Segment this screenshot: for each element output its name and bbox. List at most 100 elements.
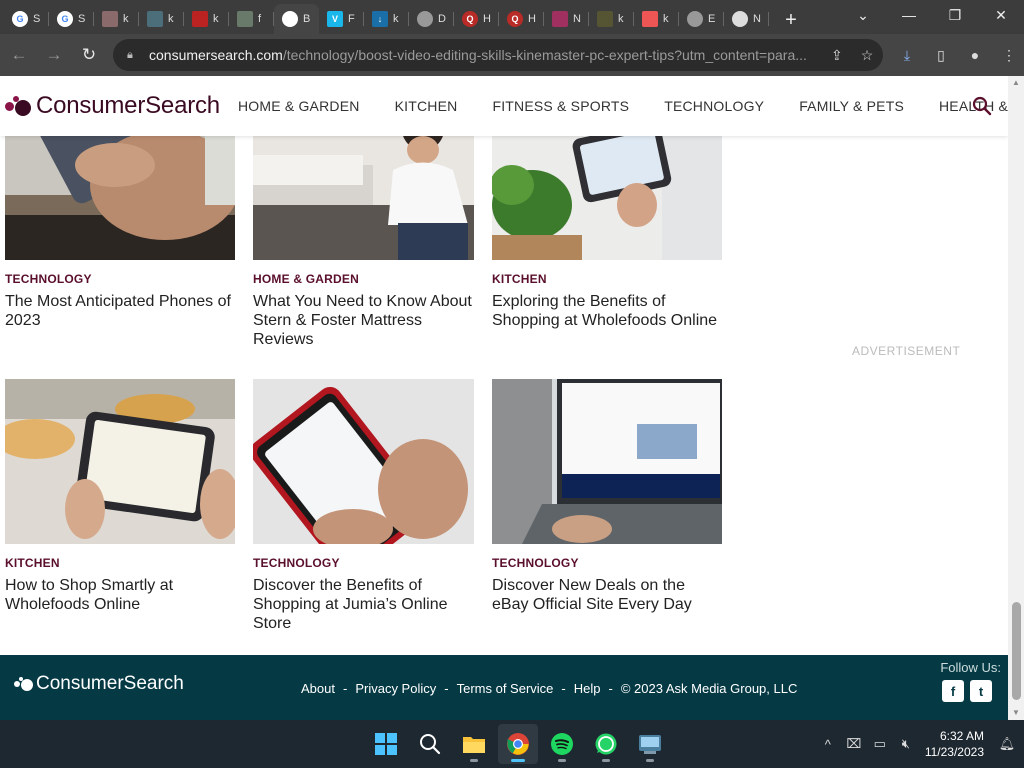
side-panel-icon[interactable]: ▯ (931, 45, 951, 65)
browser-tab[interactable]: E (679, 5, 724, 33)
address-bar[interactable]: 🔒︎ consumersearch.com/technology/boost-v… (113, 39, 883, 71)
browser-tab[interactable]: D (409, 5, 454, 33)
tab-title: k (663, 13, 669, 25)
article-category[interactable]: HOME & GARDEN (253, 272, 483, 286)
article-category[interactable]: TECHNOLOGY (253, 556, 483, 570)
whatsapp-button[interactable] (586, 724, 626, 764)
footer-link-privacy[interactable]: Privacy Policy (355, 681, 436, 696)
footer-logo-mark-icon (14, 677, 33, 691)
search-button[interactable] (410, 724, 450, 764)
browser-tab[interactable]: B (274, 4, 319, 34)
article-title[interactable]: Exploring the Benefits of Shopping at Wh… (492, 292, 720, 330)
twitter-icon[interactable]: t (970, 680, 992, 702)
browser-tab[interactable]: N (724, 5, 769, 33)
network-off-icon[interactable]: ⌧ (841, 731, 867, 757)
lock-icon[interactable]: 🔒︎ (127, 49, 139, 62)
tab-title: S (78, 13, 86, 25)
article-category[interactable]: KITCHEN (5, 556, 235, 570)
scroll-down-arrow-icon[interactable]: ▼ (1008, 706, 1024, 720)
article-title[interactable]: How to Shop Smartly at Wholefoods Online (5, 576, 233, 614)
browser-tab[interactable]: f (229, 5, 274, 33)
browser-tab[interactable]: N (544, 5, 589, 33)
browser-tab[interactable]: QH (454, 5, 499, 33)
article-title[interactable]: Discover New Deals on the eBay Official … (492, 576, 720, 614)
tab-title: k (168, 13, 174, 25)
page-scrollbar[interactable]: ▲ ▼ (1008, 76, 1024, 720)
menu-kebab-icon[interactable]: ⋮ (999, 45, 1019, 65)
article-card[interactable]: TECHNOLOGY Discover the Benefits of Shop… (253, 379, 483, 633)
browser-tab[interactable]: k (589, 5, 634, 33)
window-controls: ⌄ — ❐ ✕ (840, 0, 1024, 30)
footer-link-terms[interactable]: Terms of Service (457, 681, 554, 696)
article-thumbnail[interactable] (253, 379, 483, 544)
tab-title: k (618, 13, 624, 25)
url-text[interactable]: consumersearch.com/technology/boost-vide… (149, 47, 815, 63)
browser-tab[interactable]: GS (49, 5, 94, 33)
browser-tab[interactable]: k (634, 5, 679, 33)
clock-time: 6:32 AM (939, 729, 984, 743)
share-icon[interactable]: ⇪ (831, 47, 843, 64)
follow-us-label: Follow Us: (940, 660, 1001, 675)
site-logo[interactable]: ConsumerSearch (5, 92, 220, 120)
scroll-up-arrow-icon[interactable]: ▲ (1008, 76, 1024, 90)
close-window-button[interactable]: ✕ (978, 0, 1024, 30)
article-card[interactable]: KITCHEN How to Shop Smartly at Wholefood… (5, 379, 235, 614)
article-thumbnail[interactable] (492, 379, 722, 544)
article-category[interactable]: TECHNOLOGY (492, 556, 722, 570)
app-button[interactable] (630, 724, 670, 764)
quora-icon: Q (507, 11, 523, 27)
file-explorer-button[interactable] (454, 724, 494, 764)
browser-tab[interactable]: VF (319, 5, 364, 33)
footer-link-about[interactable]: About (301, 681, 335, 696)
article-thumbnail[interactable] (5, 379, 235, 544)
nav-link-kitchen[interactable]: KITCHEN (395, 98, 458, 114)
article-card[interactable]: TECHNOLOGY Discover New Deals on the eBa… (492, 379, 722, 614)
display-icon[interactable]: ▭ (867, 731, 893, 757)
volume-muted-icon[interactable]: 🔇︎ (893, 731, 919, 757)
profile-icon[interactable]: ● (965, 45, 985, 65)
spotify-button[interactable] (542, 724, 582, 764)
browser-tab[interactable]: GS (4, 5, 49, 33)
chrome-taskbar-button[interactable] (498, 724, 538, 764)
bookmark-star-icon[interactable]: ☆ (861, 47, 874, 64)
google-icon: G (12, 11, 28, 27)
start-button[interactable] (366, 724, 406, 764)
reload-button[interactable]: ↻ (73, 39, 105, 71)
browser-tab[interactable]: k (139, 5, 184, 33)
article-title[interactable]: What You Need to Know About Stern & Fost… (253, 292, 481, 349)
downloads-icon[interactable]: ⤓ (897, 45, 917, 65)
browser-tab[interactable]: k (184, 5, 229, 33)
nav-link-technology[interactable]: TECHNOLOGY (664, 98, 764, 114)
separator: - (561, 681, 566, 696)
system-tray: ^ ⌧ ▭ 🔇︎ 6:32 AM 11/23/2023 🔔︎ (815, 720, 1024, 768)
search-icon[interactable] (972, 96, 992, 116)
nav-link-family-pets[interactable]: FAMILY & PETS (799, 98, 904, 114)
logo-mark-icon (5, 92, 33, 120)
footer-link-help[interactable]: Help (574, 681, 601, 696)
browser-tab[interactable]: k (94, 5, 139, 33)
notification-bell-icon[interactable]: 🔔︎ (994, 731, 1020, 757)
tab-title: N (753, 13, 761, 25)
tab-search-icon[interactable]: ⌄ (840, 0, 886, 30)
article-category[interactable]: TECHNOLOGY (5, 272, 235, 286)
article-title[interactable]: The Most Anticipated Phones of 2023 (5, 292, 233, 330)
clock[interactable]: 6:32 AM 11/23/2023 (925, 728, 984, 760)
browser-tab[interactable]: ↓ k (364, 5, 409, 33)
footer-logo[interactable]: ConsumerSearch (14, 673, 184, 695)
nav-link-home-garden[interactable]: HOME & GARDEN (238, 98, 360, 114)
download-site-icon: ↓ (372, 11, 388, 27)
article-category[interactable]: KITCHEN (492, 272, 722, 286)
tab-title: S (33, 13, 41, 25)
back-button[interactable]: ← (3, 39, 35, 71)
minimize-button[interactable]: — (886, 0, 932, 30)
restore-button[interactable]: ❐ (932, 0, 978, 30)
article-title[interactable]: Discover the Benefits of Shopping at Jum… (253, 576, 481, 633)
browser-tab[interactable]: QH (499, 5, 544, 33)
new-tab-button[interactable]: + (777, 6, 805, 34)
facebook-icon[interactable]: f (942, 680, 964, 702)
nav-link-fitness-sports[interactable]: FITNESS & SPORTS (492, 98, 629, 114)
scrollbar-thumb[interactable] (1012, 602, 1021, 700)
forward-button[interactable]: → (38, 39, 70, 71)
show-hidden-icons-icon[interactable]: ^ (815, 731, 841, 757)
tab-title: k (123, 13, 129, 25)
